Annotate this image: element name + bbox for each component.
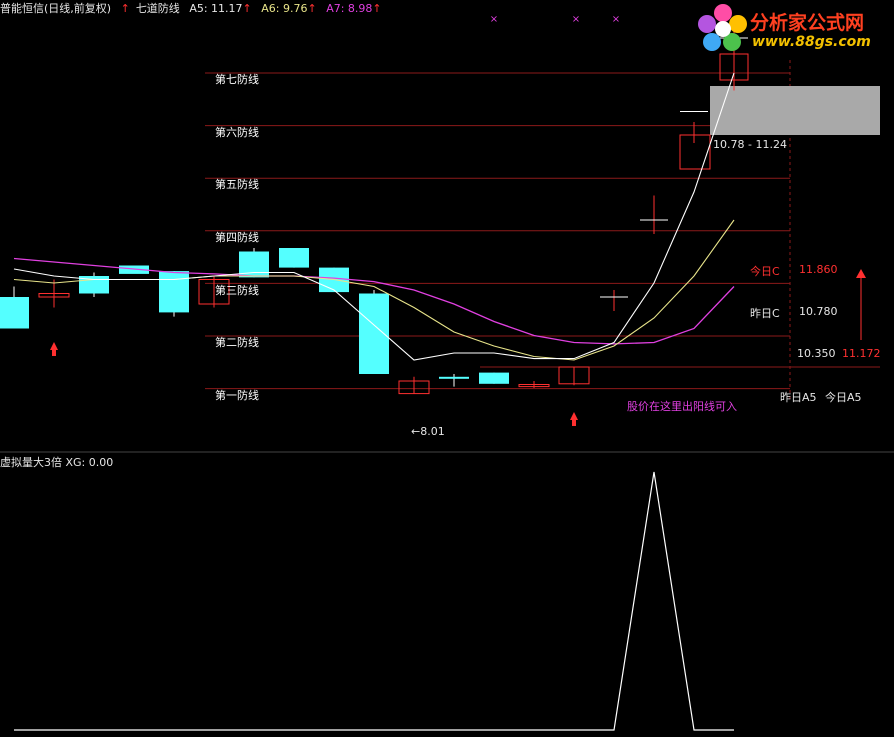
- defense-line-2: 第二防线: [215, 336, 259, 349]
- candle-body: [279, 248, 309, 268]
- signal-x-marks: × × ×: [490, 14, 620, 25]
- range-highlight-box: [710, 86, 880, 135]
- range-label: 10.78 - 11.24: [713, 138, 787, 151]
- defense-line-4: 第四防线: [215, 231, 259, 244]
- defense-line-6: 第六防线: [215, 126, 259, 139]
- yesterday-a5-label: 昨日A5: [780, 391, 817, 404]
- candle-body: [0, 297, 29, 329]
- arrow-up-head: [856, 269, 866, 278]
- site-logo[interactable]: 分析家公式网 www.88gs.com: [696, 2, 892, 54]
- sub-panel-header: 虚拟量大3倍 XG: 0.00: [0, 454, 113, 470]
- chart-header: 普能恒信(日线,前复权) ↑ 七道防线 A5: 11.17↑ A6: 9.76↑ …: [0, 0, 388, 16]
- sub-panel-title: 虚拟量大3倍: [0, 456, 62, 469]
- defense-line-5: 第五防线: [215, 178, 259, 191]
- signal-x-icon: ×: [490, 14, 498, 25]
- volume-signal-line: [14, 471, 734, 731]
- a5-today-value: 11.172: [842, 347, 881, 360]
- logo-title: 分析家公式网: [750, 12, 865, 34]
- a7-value: A7: 8.98: [326, 2, 373, 15]
- defense-line-3: 第三防线: [215, 284, 259, 297]
- buy-arrow-icon: [52, 350, 56, 356]
- yesterday-c-value: 10.780: [799, 305, 838, 318]
- buy-arrow-icon: [570, 412, 578, 420]
- today-a5-label: 今日A5: [825, 391, 862, 404]
- up-arrow-icon: ↑: [372, 2, 382, 15]
- signal-x-icon: ×: [612, 14, 620, 25]
- buy-hint-text: 股价在这里出阳线可入: [627, 400, 737, 413]
- up-arrow-icon: ↑: [307, 2, 317, 15]
- buy-arrow-icon: [50, 342, 58, 350]
- logo-url: www.88gs.com: [752, 34, 871, 50]
- today-c-value: 11.860: [799, 263, 838, 276]
- up-arrow-icon: ↑: [120, 2, 130, 15]
- a5-level-value: 10.350: [797, 347, 836, 360]
- candle-body: [159, 271, 189, 313]
- defense-line-1: 第一防线: [215, 389, 259, 402]
- stock-chart-canvas[interactable]: × × ×: [0, 0, 894, 737]
- today-c-label: 今日C: [750, 265, 780, 278]
- indicator-name: 七道防线: [135, 2, 180, 15]
- a5-value: A5: 11.17: [189, 2, 243, 15]
- up-arrow-icon: ↑: [242, 2, 252, 15]
- flower-icon: [698, 4, 747, 51]
- signal-x-icon: ×: [572, 14, 580, 25]
- a6-value: A6: 9.76: [261, 2, 308, 15]
- low-price-marker: ←8.01: [411, 425, 445, 438]
- target-box-mid: [679, 134, 711, 170]
- xg-value: XG: 0.00: [65, 456, 114, 469]
- stock-title: 普能恒信(日线,前复权): [0, 2, 112, 15]
- candle-body: [479, 372, 509, 384]
- candle-body: [439, 376, 469, 379]
- defense-line-7: 第七防线: [215, 73, 259, 86]
- buy-arrow-icon: [572, 420, 576, 426]
- yesterday-c-label: 昨日C: [750, 307, 780, 320]
- buy-arrows: [50, 342, 578, 426]
